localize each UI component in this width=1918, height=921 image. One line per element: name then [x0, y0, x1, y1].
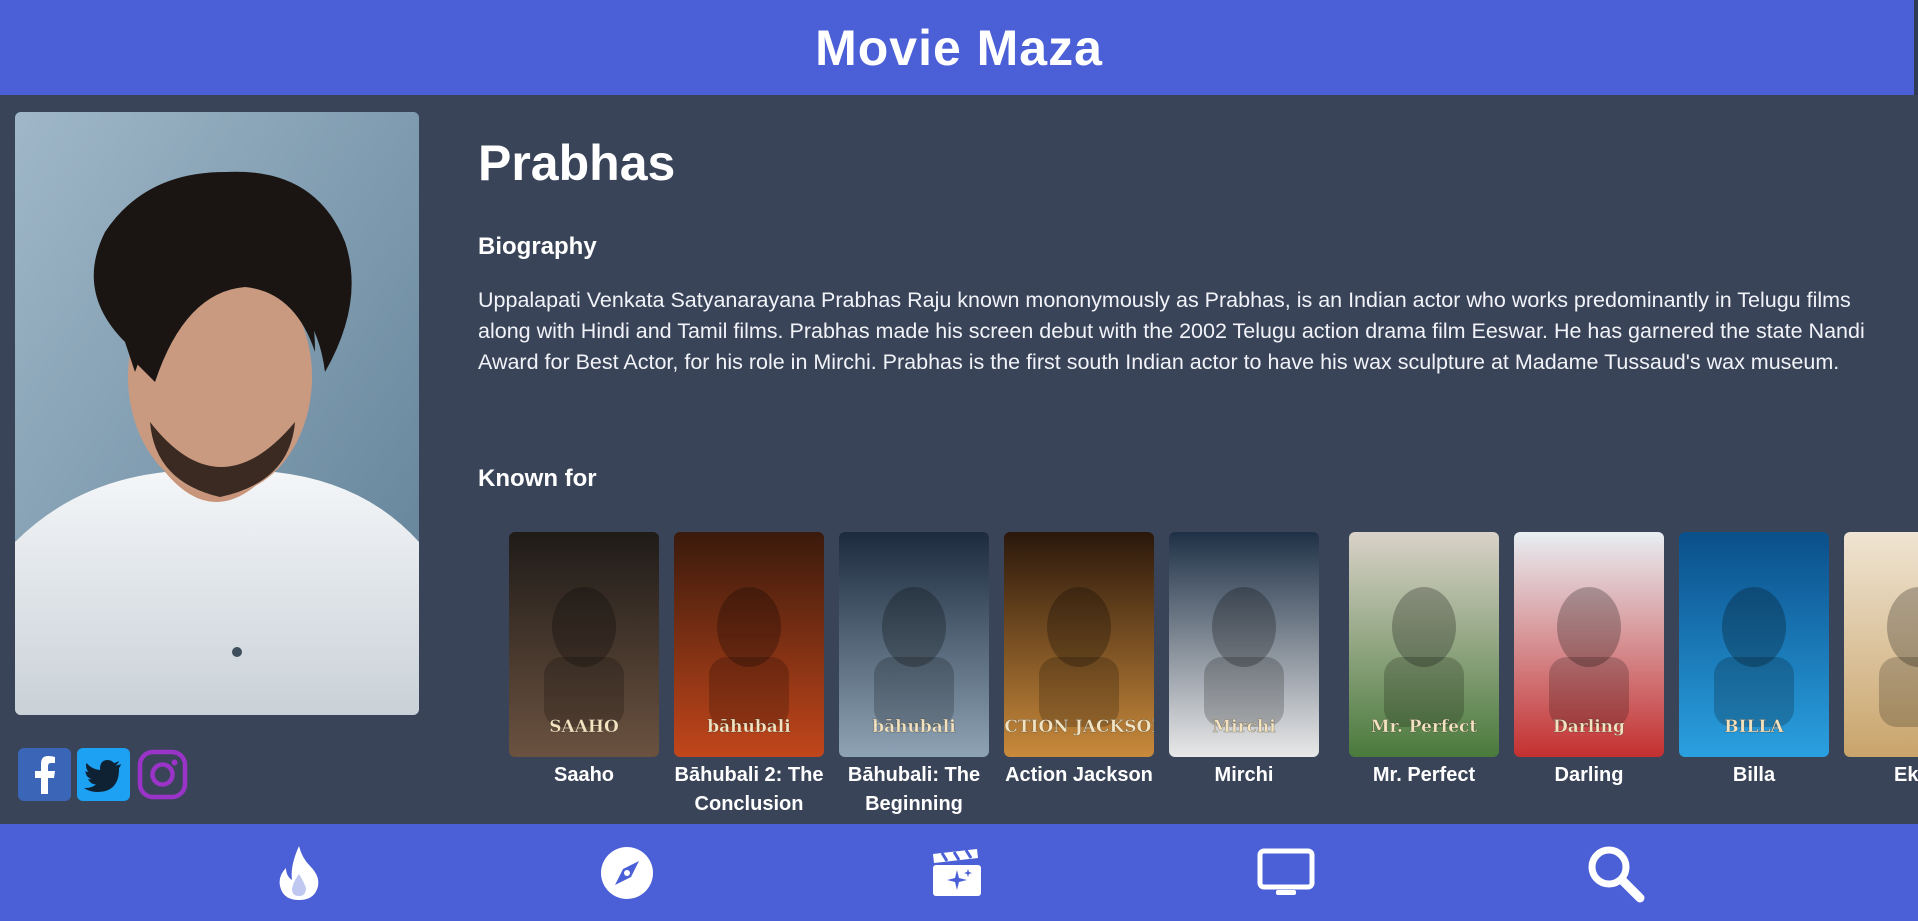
movie-title[interactable]: Darling [1514, 761, 1664, 790]
movie-card[interactable]: BILLA Billa [1679, 532, 1829, 790]
poster-text: bāhubali [872, 717, 956, 737]
top-bar: Movie Maza [0, 0, 1918, 95]
app-title[interactable]: Movie Maza [815, 19, 1103, 77]
known-for-heading: Known for [478, 465, 597, 492]
nav-search[interactable] [1584, 842, 1646, 904]
search-icon [1588, 846, 1645, 903]
bottom-nav [0, 824, 1918, 921]
movie-poster[interactable]: ACTION JACKSON [1004, 532, 1154, 757]
flame-icon [279, 846, 319, 900]
movie-card[interactable]: Mirchi Mirchi [1169, 532, 1319, 790]
movie-card[interactable]: ACTION JACKSON Action Jackson [1004, 532, 1154, 790]
nav-tv[interactable] [1255, 842, 1317, 904]
movie-title[interactable]: Mirchi [1169, 761, 1319, 790]
known-for-carousel[interactable]: SAAHO Saaho bāhubali Bāhubali 2: The Conclu… [0, 532, 1918, 822]
nav-trending[interactable] [268, 842, 330, 904]
poster-text: bāhubali [707, 717, 791, 737]
movie-title[interactable]: Action Jackson [1004, 761, 1154, 790]
movie-title[interactable]: Bāhubali: The Beginning [839, 761, 989, 819]
scrollbar[interactable] [1914, 0, 1918, 95]
movie-card[interactable]: Ek Ni [1844, 532, 1918, 790]
movie-poster[interactable]: BILLA [1679, 532, 1829, 757]
movie-title[interactable]: Ek Ni [1844, 761, 1918, 790]
movie-poster[interactable]: bāhubali [674, 532, 824, 757]
movie-poster[interactable]: bāhubali [839, 532, 989, 757]
movie-title[interactable]: Bāhubali 2: The Conclusion [674, 761, 824, 819]
nav-discover[interactable] [596, 842, 658, 904]
movie-card[interactable]: Mr. Perfect Mr. Perfect [1349, 532, 1499, 790]
movie-poster[interactable]: Darling [1514, 532, 1664, 757]
movie-poster[interactable]: SAAHO [509, 532, 659, 757]
biography-text: Uppalapati Venkata Satyanarayana Prabhas… [478, 288, 1865, 374]
movie-title[interactable]: Billa [1679, 761, 1829, 790]
movie-poster[interactable]: Mr. Perfect [1349, 532, 1499, 757]
compass-icon [601, 847, 653, 899]
poster-text: Mirchi [1212, 717, 1276, 737]
movie-card[interactable]: bāhubali Bāhubali: The Beginning [839, 532, 989, 819]
movie-poster[interactable] [1844, 532, 1918, 757]
movie-card[interactable]: Darling Darling [1514, 532, 1664, 790]
poster-text: ACTION JACKSON [1004, 717, 1154, 737]
poster-text: BILLA [1724, 717, 1784, 737]
poster-text: SAAHO [549, 717, 619, 737]
movie-title[interactable]: Mr. Perfect [1349, 761, 1499, 790]
movie-card[interactable]: bāhubali Bāhubali 2: The Conclusion [674, 532, 824, 819]
actor-name: Prabhas [478, 135, 676, 191]
clapperboard-icon [933, 849, 981, 896]
poster-text: Darling [1553, 717, 1625, 737]
poster-text: Mr. Perfect [1371, 717, 1478, 737]
nav-movies[interactable] [926, 842, 988, 904]
movie-card[interactable]: SAAHO Saaho [509, 532, 659, 790]
movie-title[interactable]: Saaho [509, 761, 659, 790]
movie-poster[interactable]: Mirchi [1169, 532, 1319, 757]
biography-heading: Biography [478, 233, 597, 260]
actor-header: Prabhas [478, 130, 1898, 196]
tv-icon [1257, 848, 1315, 895]
